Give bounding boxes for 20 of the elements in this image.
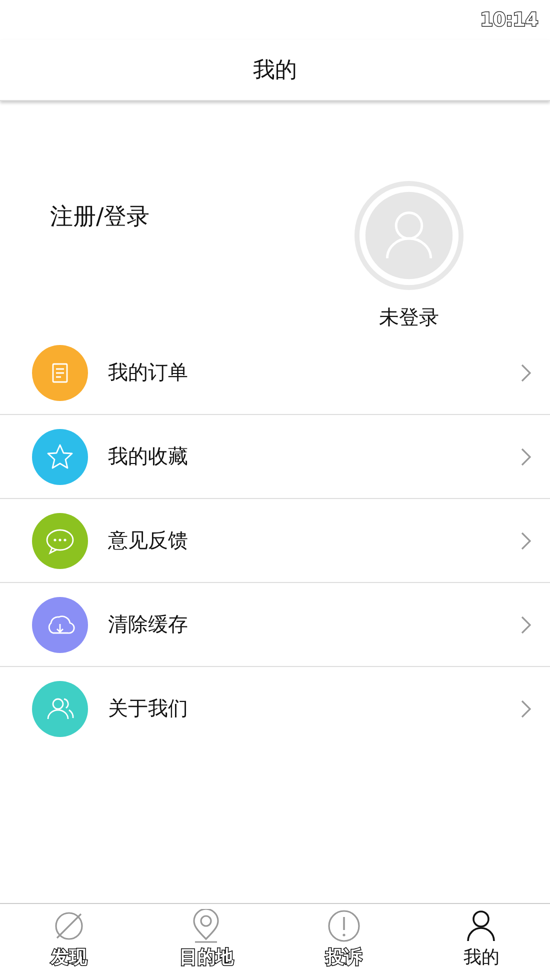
menu-item[interactable]: 意见反馈 xyxy=(0,499,550,583)
alert-icon xyxy=(326,909,361,943)
chevron-icon xyxy=(520,614,532,634)
chevron-icon xyxy=(520,698,532,718)
login-link[interactable]: 注册/登录 xyxy=(50,201,150,231)
chevron-icon xyxy=(520,362,532,382)
menu-item[interactable]: 清除缓存 xyxy=(0,583,550,667)
status-time: 10:14 xyxy=(480,9,538,31)
nav-tab[interactable]: 投诉 xyxy=(275,904,412,979)
nav-tab[interactable]: 我的 xyxy=(412,904,550,979)
login-status: 未登录 xyxy=(379,304,439,331)
page-title: 我的 xyxy=(253,57,297,85)
chevron-icon xyxy=(520,446,532,466)
menu-item[interactable]: 我的订单 xyxy=(0,331,550,415)
avatar-icon[interactable] xyxy=(354,181,464,290)
nav-tab[interactable]: 目的地 xyxy=(138,904,275,979)
menu-item[interactable]: 关于我们 xyxy=(0,667,550,750)
chevron-icon xyxy=(520,530,532,550)
menu-item[interactable]: 我的收藏 xyxy=(0,415,550,499)
nav-tab[interactable]: 发现 xyxy=(0,904,138,979)
